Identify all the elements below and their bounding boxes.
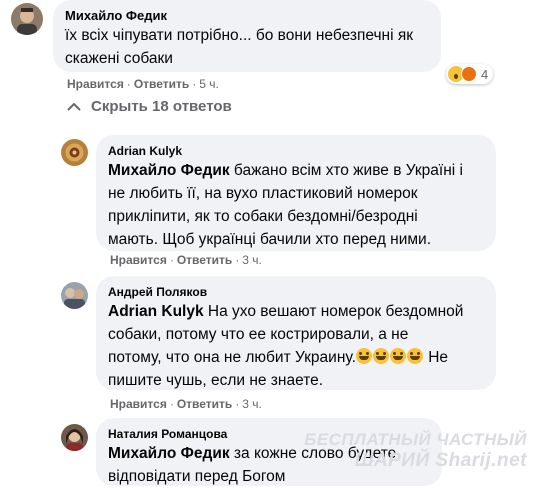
reply-text: Adrian Kulyk На ухо вешают номерок бездо…: [108, 303, 464, 389]
reply-link[interactable]: Ответить: [134, 77, 189, 91]
hide-replies-button[interactable]: Скрыть 18 ответов: [67, 98, 232, 115]
reaction-count: 4: [481, 66, 489, 82]
comment-text: їх всіх чіпувати потрібно... бо вони неб…: [65, 27, 414, 67]
like-link[interactable]: Нравится: [110, 253, 167, 267]
avatar-andrey[interactable]: [61, 282, 88, 309]
watermark: БЕСПЛАТНЫЙ ЧАСТНЫЙ ШАРИЙ Sharij.net: [304, 430, 527, 471]
timestamp[interactable]: 3 ч.: [242, 253, 262, 267]
reply-link[interactable]: Ответить: [177, 397, 232, 411]
reply-actions: Нравится · Ответить · 3 ч.: [110, 397, 262, 411]
mention-link[interactable]: Adrian Kulyk: [108, 303, 204, 320]
hide-replies-label: Скрыть 18 ответов: [91, 98, 232, 115]
grinning-emoji-icon: [406, 348, 423, 364]
reply-text: Михайло Федик бажано всім хто живе в Укр…: [108, 162, 463, 248]
mention-link[interactable]: Михайло Федик: [108, 445, 230, 462]
reply-actions: Нравится · Ответить · 3 ч.: [110, 253, 262, 267]
comment-bubble: Михайло Федик їх всіх чіпувати потрібно.…: [53, 0, 441, 72]
mention-link[interactable]: Михайло Федик: [108, 162, 230, 179]
reply-bubble-andrey: Андрей Поляков Adrian Kulyk На ухо вешаю…: [96, 276, 496, 390]
timestamp[interactable]: 5 ч.: [199, 77, 219, 91]
chevron-up-icon: [67, 102, 81, 111]
reply-author[interactable]: Adrian Kulyk: [108, 143, 484, 159]
reply-author[interactable]: Андрей Поляков: [108, 284, 484, 300]
angry-reaction-icon: [461, 66, 477, 82]
avatar-nataliya[interactable]: [61, 424, 88, 451]
grinning-emoji-icon: [372, 348, 389, 364]
reply-bubble-adrian: Adrian Kulyk Михайло Федик бажано всім х…: [96, 135, 496, 251]
comment-actions: Нравится · Ответить · 5 ч.: [67, 77, 219, 91]
reply-link[interactable]: Ответить: [177, 253, 232, 267]
like-link[interactable]: Нравится: [110, 397, 167, 411]
comment-author[interactable]: Михайло Федик: [65, 8, 429, 24]
timestamp[interactable]: 3 ч.: [242, 397, 262, 411]
like-link[interactable]: Нравится: [67, 77, 124, 91]
grinning-emoji-icon: [355, 348, 372, 364]
avatar-mykhailo[interactable]: [11, 3, 43, 35]
avatar-adrian[interactable]: [61, 139, 88, 166]
grinning-emoji-icon: [389, 348, 406, 364]
reaction-summary[interactable]: 4: [446, 64, 494, 84]
